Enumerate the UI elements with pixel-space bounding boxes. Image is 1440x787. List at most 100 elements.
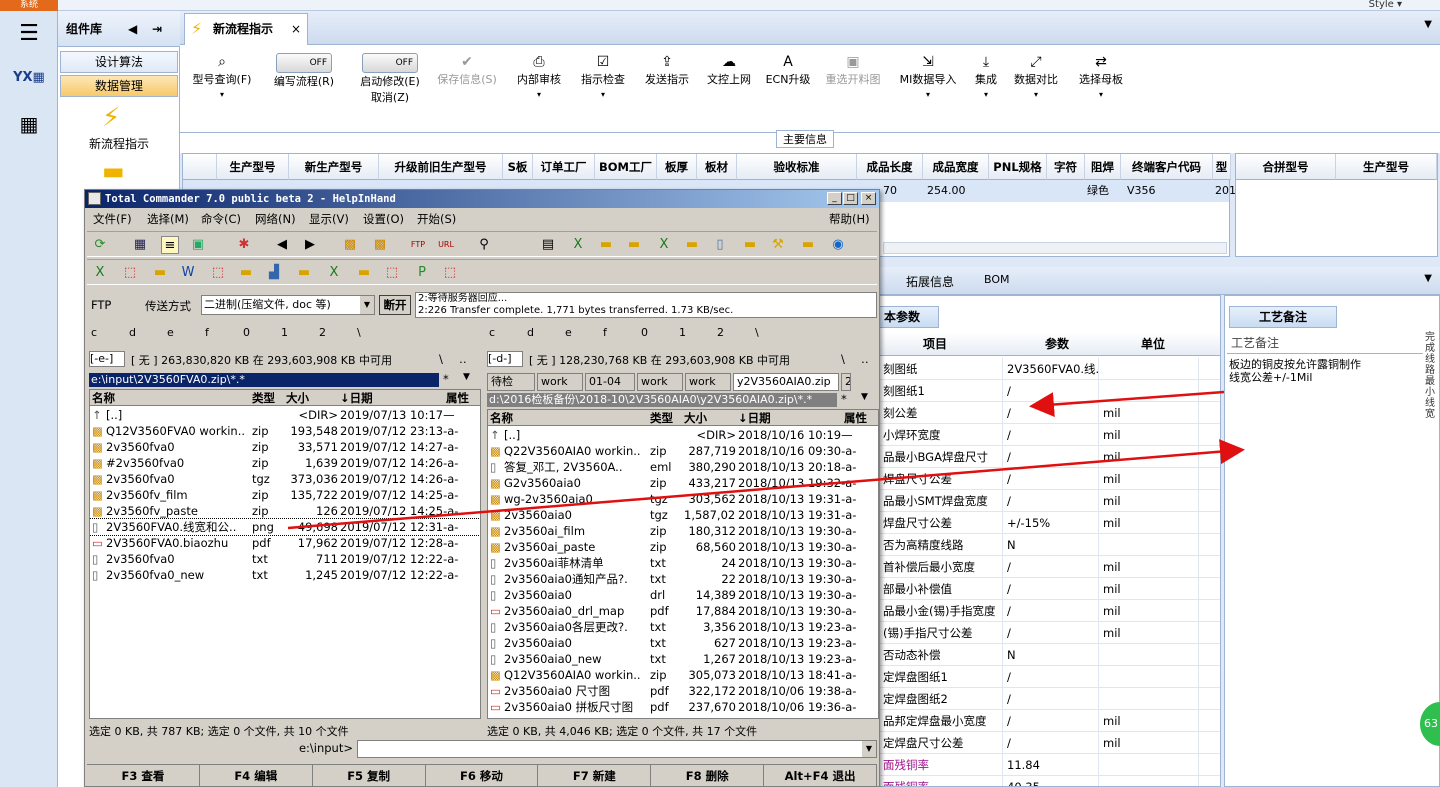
disconnect-button[interactable]: 断开	[379, 295, 411, 315]
menu-item-settings[interactable]: 设置(O)	[363, 209, 404, 229]
file-row[interactable]: ▯ 2v3560aia0通知产品?. txt 22 2018/10/13 19:30-a…	[488, 571, 878, 587]
grid-header[interactable]: PNL规格	[989, 154, 1047, 180]
excel-icon[interactable]: X	[91, 264, 109, 282]
left-root-button[interactable]: \	[439, 352, 443, 366]
globe-icon[interactable]: ◉	[829, 236, 847, 254]
grid-header[interactable]: 成品长度	[857, 154, 923, 180]
table-row[interactable]: 刻图纸 2V3560FVA0.线...	[879, 358, 1220, 380]
menu-item-start[interactable]: 开始(S)	[417, 209, 456, 229]
tab-bom[interactable]: BOM	[984, 273, 1010, 286]
model-query-button[interactable]: ⌕ 型号查询(F) ▾	[184, 53, 260, 129]
function-key-button[interactable]: F6 移动	[426, 765, 539, 787]
table-row[interactable]: 面残铜率 40.35	[879, 776, 1220, 786]
close-button[interactable]: ×	[861, 192, 876, 205]
table-row[interactable]: 面残铜率 11.84	[879, 754, 1220, 776]
left-drive-select[interactable]: [-e-]	[89, 351, 125, 367]
file-row[interactable]: ▯ 2v3560fva0_new txt 1,245 2019/07/12 12:22-…	[90, 567, 480, 583]
minimize-button[interactable]: _	[827, 192, 842, 205]
file-row[interactable]: ▭ 2v3560aia0 尺寸图 pdf 322,172 2018/10/06 19:3…	[488, 683, 878, 699]
function-key-button[interactable]: F4 编辑	[200, 765, 313, 787]
folder-tab[interactable]: y2V3560AIA0.zip	[733, 373, 839, 391]
folder-tab[interactable]: 01-04	[585, 373, 635, 391]
right-history-button[interactable]: *	[841, 392, 847, 406]
grid-header[interactable]: 新生产型号	[289, 154, 379, 180]
column-header[interactable]: 名称	[92, 390, 252, 406]
right-root-button[interactable]: \	[841, 352, 845, 366]
folder-icon[interactable]: ▬	[355, 264, 373, 282]
table-row[interactable]: 首补偿后最小宽度 / mil	[879, 556, 1220, 578]
function-key-button[interactable]: F3 查看	[87, 765, 200, 787]
file-row[interactable]: ▩ 2v3560ai_film zip 180,312 2018/10/13 19:30…	[488, 523, 878, 539]
brief-view-icon[interactable]: ▦	[131, 236, 149, 254]
table-row[interactable]: 否为高精度线路 N	[879, 534, 1220, 556]
drive-button[interactable]: c	[489, 326, 495, 339]
system-tab[interactable]: 系统	[0, 0, 58, 11]
function-key-button[interactable]: F8 删除	[651, 765, 765, 787]
folder-icon[interactable]: ▬	[597, 236, 615, 254]
style-menu[interactable]: Style ▾	[1369, 0, 1402, 10]
table-row[interactable]: 刻公差 / mil	[879, 402, 1220, 424]
refresh-icon[interactable]: ⟳	[91, 236, 109, 254]
horizontal-scrollbar[interactable]	[883, 242, 1227, 254]
pdf-icon[interactable]: ⬚	[383, 264, 401, 282]
excel-icon[interactable]: X	[655, 236, 673, 254]
file-row[interactable]: ▩ Q12V3560FVA0 workin.. zip 193,548 2019/07/…	[90, 423, 480, 439]
menu-item-select[interactable]: 选择(M)	[147, 209, 189, 229]
drive-button[interactable]: e	[565, 326, 572, 339]
column-header[interactable]: 名称	[490, 410, 650, 426]
yx-logo-icon[interactable]: YX▦	[6, 59, 52, 95]
function-key-button[interactable]: Alt+F4 退出	[764, 765, 877, 787]
tab-dropdown-icon[interactable]: ▼	[1424, 19, 1432, 30]
right-path-bar[interactable]: d:\2016检板备份\2018-10\2V3560AIA0\y2V3560AI…	[487, 393, 837, 407]
table-row[interactable]: (锡)手指尺寸公差 / mil	[879, 622, 1220, 644]
file-row[interactable]: ▭ 2v3560aia0_drl_map pdf 17,884 2018/10/13 1…	[488, 603, 878, 619]
folder-icon[interactable]: ▬	[295, 264, 313, 282]
subtab-dropdown-icon[interactable]: ▼	[1424, 273, 1432, 284]
excel-icon[interactable]: X	[569, 236, 587, 254]
drive-button[interactable]: \	[755, 326, 759, 339]
url-icon[interactable]: URL	[437, 236, 455, 254]
send-instruction-button[interactable]: ⇪ 发送指示	[638, 53, 696, 129]
folder-icon[interactable]: ▬	[625, 236, 643, 254]
chart-icon[interactable]: ▟	[265, 264, 283, 282]
hamburger-menu-icon[interactable]: ☰	[6, 15, 52, 51]
function-key-button[interactable]: F7 新建	[538, 765, 652, 787]
drive-button[interactable]: 1	[281, 326, 288, 339]
file-row[interactable]: ▯ 2v3560aia0各层更改?. txt 3,356 2018/10/13 19:2…	[488, 619, 878, 635]
drive-button[interactable]: 0	[641, 326, 648, 339]
file-row[interactable]: ▩ G2v3560aia0 zip 433,217 2018/10/13 19:32-a…	[488, 475, 878, 491]
drive-button[interactable]: 2	[319, 326, 326, 339]
column-header[interactable]: 属性	[446, 390, 480, 406]
off-switch[interactable]: OFF	[362, 53, 418, 73]
file-row[interactable]: ▯ 2v3560fva0 txt 711 2019/07/12 12:22-a-	[90, 551, 480, 567]
folder-icon[interactable]: ▬	[102, 157, 125, 185]
right-drive-select[interactable]: [-d-]	[487, 351, 523, 367]
file-row[interactable]: ▯ 2v3560aia0 drl 14,389 2018/10/13 19:30-a-	[488, 587, 878, 603]
table-row[interactable]: 定焊盘尺寸公差 / mil	[879, 732, 1220, 754]
menu-item-file[interactable]: 文件(F)	[93, 209, 132, 229]
left-history-button[interactable]: *	[443, 372, 449, 386]
grid-header[interactable]: 验收标准	[737, 154, 857, 180]
menu-item-view[interactable]: 显示(V)	[309, 209, 349, 229]
menu-item-command[interactable]: 命令(C)	[201, 209, 241, 229]
left-history-dropdown[interactable]: ▼	[463, 372, 470, 382]
transfer-mode-select[interactable]: 二进制(压缩文件, doc 等) ▼	[201, 295, 375, 315]
column-header[interactable]: ↓日期	[738, 410, 838, 426]
select-mother-board-button[interactable]: ⇄ 选择母板 ▾	[1070, 53, 1132, 129]
menu-item-help[interactable]: 帮助(H)	[829, 209, 870, 229]
forward-icon[interactable]: ▶	[301, 236, 319, 254]
column-header[interactable]: ↓日期	[340, 390, 440, 406]
grid-header[interactable]: 订单工厂	[533, 154, 595, 180]
pdf-icon[interactable]: ⬚	[121, 264, 139, 282]
maximize-button[interactable]: □	[843, 192, 858, 205]
grid-header[interactable]: 阻焊	[1085, 154, 1121, 180]
column-header[interactable]: 类型	[252, 390, 286, 406]
table-row[interactable]: 焊盘尺寸公差 +/-15% mil	[879, 512, 1220, 534]
file-row[interactable]: ▯ 2v3560ai菲林清单 txt 24 2018/10/13 19:30-a-	[488, 555, 878, 571]
drive-button[interactable]: 2	[717, 326, 724, 339]
folder-tab[interactable]: work	[537, 373, 583, 391]
table-row[interactable]: 小焊环宽度 / mil	[879, 424, 1220, 446]
table-row[interactable]: 品最小SMT焊盘宽度 / mil	[879, 490, 1220, 512]
file-row[interactable]: ▩2v3560aia0 tgz 1,587,0212018/10/13 19:31-…	[488, 507, 878, 523]
drive-button[interactable]: f	[205, 326, 209, 339]
